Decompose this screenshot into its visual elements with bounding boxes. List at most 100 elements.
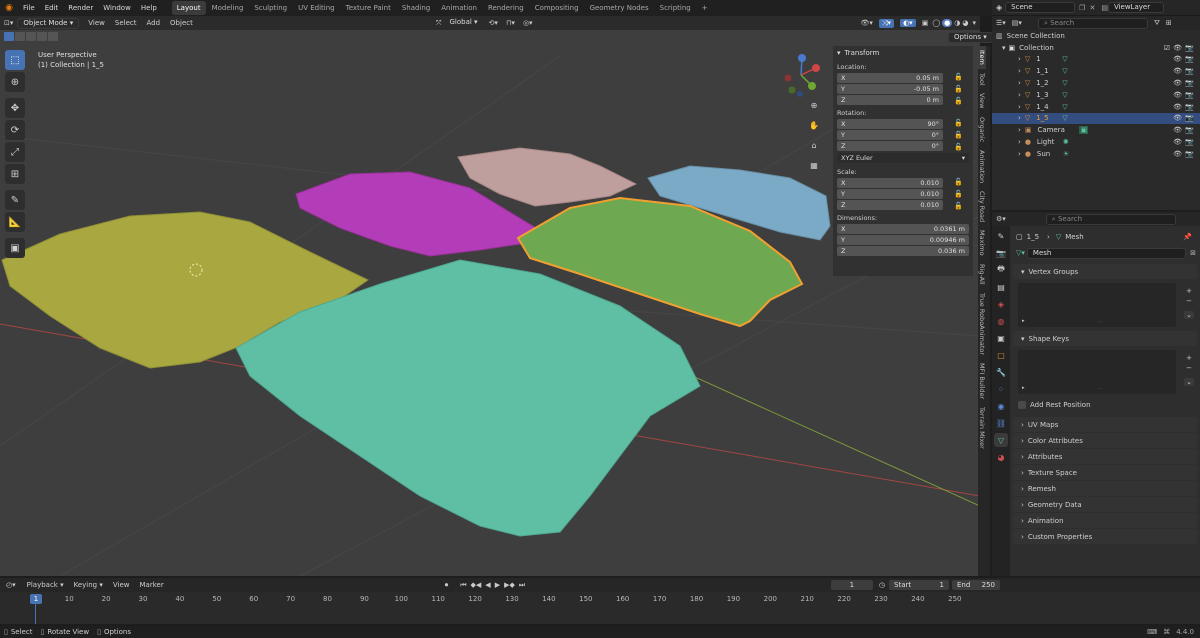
mesh-data-icon[interactable]: ▽ [1062, 55, 1067, 63]
shading-options-icon[interactable]: ▾ [972, 19, 976, 27]
chevron-right-icon[interactable]: › [1018, 126, 1021, 134]
menu-edit[interactable]: Edit [40, 0, 64, 16]
chevron-right-icon[interactable]: › [1018, 79, 1021, 87]
outliner-item-1-2[interactable]: › ▽ 1_2 ▽ 👁 📷 [992, 77, 1200, 89]
eye-icon[interactable]: 👁 [1173, 44, 1182, 52]
remove-icon[interactable]: − [1186, 364, 1192, 372]
playhead[interactable]: 1 [30, 594, 42, 604]
rotation-z-field[interactable]: Z 0° [837, 141, 943, 151]
axis-gizmo-svg[interactable] [778, 52, 824, 98]
location-z-field[interactable]: Z0 m [837, 95, 943, 105]
timeline[interactable]: 10 20 30 40 50 60 70 80 90 100 110 120 130 140 150 160 1… [0, 592, 1200, 624]
lock-icon[interactable]: 🔓 [954, 131, 963, 139]
expand-icon[interactable]: ▸ [1022, 385, 1025, 391]
eye-icon[interactable]: 👁 [1173, 79, 1182, 87]
animation-header[interactable]: › Animation [1013, 513, 1197, 528]
remove-icon[interactable]: − [1186, 297, 1192, 305]
scale-z-field[interactable]: Z 0.010 [837, 200, 943, 210]
tab-animation[interactable]: Animation [436, 1, 482, 15]
rotation-x-field[interactable]: X 90° [837, 119, 943, 129]
gizmo-neg-y[interactable] [788, 86, 796, 94]
specials-chevron-icon[interactable]: ⌄ [1184, 311, 1194, 319]
outliner-search-input[interactable]: ⌕ Search [1037, 17, 1148, 29]
object-tab-icon[interactable]: ▢ [994, 348, 1008, 362]
location-x-field[interactable]: X 0.05 m [837, 73, 943, 83]
pan-hand-icon[interactable]: ✋ [807, 118, 821, 132]
collection-row[interactable]: ▾ ▣ Collection ☑ 👁 📷 [992, 42, 1200, 54]
orientation-selector[interactable]: Global ▾ [444, 18, 482, 29]
view-menu[interactable]: View [108, 578, 135, 592]
render-camera-icon[interactable]: 📷 [1185, 55, 1194, 63]
jump-keyframe-back-icon[interactable]: ◆◀ [471, 581, 482, 589]
checkbox-icon[interactable]: ☑ [1164, 44, 1170, 52]
display-mode-icon[interactable]: ▤▾ [1012, 19, 1022, 27]
sun-data-icon[interactable]: ☀ [1063, 150, 1069, 158]
editor-type-icon[interactable]: ⊡▾ [0, 19, 17, 27]
scene-icon[interactable]: ◈ [996, 3, 1002, 12]
sidebar-tab-rig-all[interactable]: Rig-All [978, 260, 986, 289]
move-tool-icon[interactable]: ✥ [5, 98, 25, 118]
dimensions-y-field[interactable]: Y 0.00946 m [837, 235, 969, 245]
sidebar-tab-true-roboanimator[interactable]: True RoboAnimator [978, 289, 986, 359]
lock-icon[interactable]: 🔓 [954, 178, 963, 186]
mesh-data-icon[interactable]: ▽ [1062, 114, 1067, 122]
scale-x-field[interactable]: X 0.010 [837, 178, 943, 188]
attributes-header[interactable]: › Attributes [1013, 449, 1197, 464]
select-mode-subtract-icon[interactable] [26, 32, 36, 41]
visibility-icon[interactable]: 👁▾ [861, 19, 873, 27]
outliner-item-1-3[interactable]: › ▽ 1_3 ▽ 👁 📷 [992, 89, 1200, 101]
options-button[interactable]: Options ▾ [948, 32, 993, 43]
chevron-right-icon[interactable]: › [1018, 103, 1021, 111]
transform-tool-icon[interactable]: ⊞ [5, 164, 25, 184]
outliner-item-1-4[interactable]: › ▽ 1_4 ▽ 👁 📷 [992, 101, 1200, 113]
select-mode-new-icon[interactable] [4, 32, 14, 41]
remesh-header[interactable]: › Remesh [1013, 481, 1197, 496]
tab-scripting[interactable]: Scripting [655, 1, 696, 15]
view-layer-tab-icon[interactable]: ▤ [994, 280, 1008, 294]
tab-texture-paint[interactable]: Texture Paint [341, 1, 396, 15]
render-camera-icon[interactable]: 📷 [1185, 150, 1194, 158]
lock-icon[interactable]: 🔓 [954, 143, 963, 151]
fake-user-icon[interactable]: ⊠ [1190, 249, 1196, 257]
select-mode-extend-icon[interactable] [15, 32, 25, 41]
shape-keys-header[interactable]: ▾ Shape Keys [1013, 331, 1197, 346]
lock-icon[interactable]: 🔓 [954, 202, 963, 210]
tool-tab-icon[interactable]: ✎ [994, 229, 1008, 243]
add-workspace-button[interactable]: + [697, 1, 713, 15]
scale-y-field[interactable]: Y 0.010 [837, 189, 943, 199]
lock-icon[interactable]: 🔓 [954, 73, 963, 81]
tab-uv-editing[interactable]: UV Editing [293, 1, 340, 15]
expand-icon[interactable]: ▸ [1022, 318, 1025, 324]
rotate-tool-icon[interactable]: ⟳ [5, 120, 25, 140]
sidebar-tab-mfi-builder[interactable]: MFI Builder [978, 359, 986, 403]
location-y-field[interactable]: Y -0.05 m [837, 84, 943, 94]
render-camera-icon[interactable]: 📷 [1185, 67, 1194, 75]
outliner-item-sun[interactable]: › ● Sun ☀ 👁 📷 [992, 148, 1200, 160]
sidebar-tab-view[interactable]: View [978, 89, 986, 112]
uv-maps-header[interactable]: › UV Maps [1013, 417, 1197, 432]
pivot-icon[interactable]: ⟲▾ [489, 19, 498, 27]
scene-selector[interactable]: Scene [1005, 2, 1076, 13]
clock-icon[interactable]: ◷ [879, 581, 885, 589]
eye-icon[interactable]: 👁 [1173, 67, 1182, 75]
mesh-name-field[interactable]: Mesh [1026, 247, 1186, 259]
gizmo-z-axis[interactable] [798, 54, 806, 62]
shape-keys-list[interactable]: ▸ ⋯ [1018, 350, 1176, 394]
resize-grip-icon[interactable]: ⋯ [1098, 386, 1103, 392]
jump-keyframe-forward-icon[interactable]: ▶◆ [504, 581, 515, 589]
lock-icon[interactable]: 🔓 [954, 97, 963, 105]
vertex-groups-list[interactable]: ▸ ⋯ [1018, 283, 1176, 327]
camera-view-icon[interactable]: ⌂ [807, 138, 821, 152]
light-data-icon[interactable]: ✺ [1063, 138, 1069, 146]
shading-solid-icon[interactable]: ● [942, 19, 953, 27]
frame-ruler[interactable]: 10 20 30 40 50 60 70 80 90 100 110 120 130 140 150 160 1… [0, 592, 1000, 606]
sidebar-tab-maximo[interactable]: Maximo [978, 226, 986, 260]
outliner-item-1-5-selected[interactable]: › ▽ 1_5 ▽ 👁 📷 [992, 112, 1200, 125]
render-camera-icon[interactable]: 📷 [1185, 44, 1194, 52]
add-cube-tool-icon[interactable]: ▣ [5, 238, 25, 258]
properties-search-input[interactable]: ⌕ Search [1045, 213, 1176, 225]
outliner-item-1[interactable]: › ▽ 1 ▽ 👁 📷 [992, 54, 1200, 66]
sidebar-tab-terrain-mixer[interactable]: Terrain Mixer [978, 403, 986, 453]
add-rest-position-checkbox[interactable] [1018, 400, 1026, 409]
snap-icon[interactable]: ⊓▾ [506, 19, 515, 27]
